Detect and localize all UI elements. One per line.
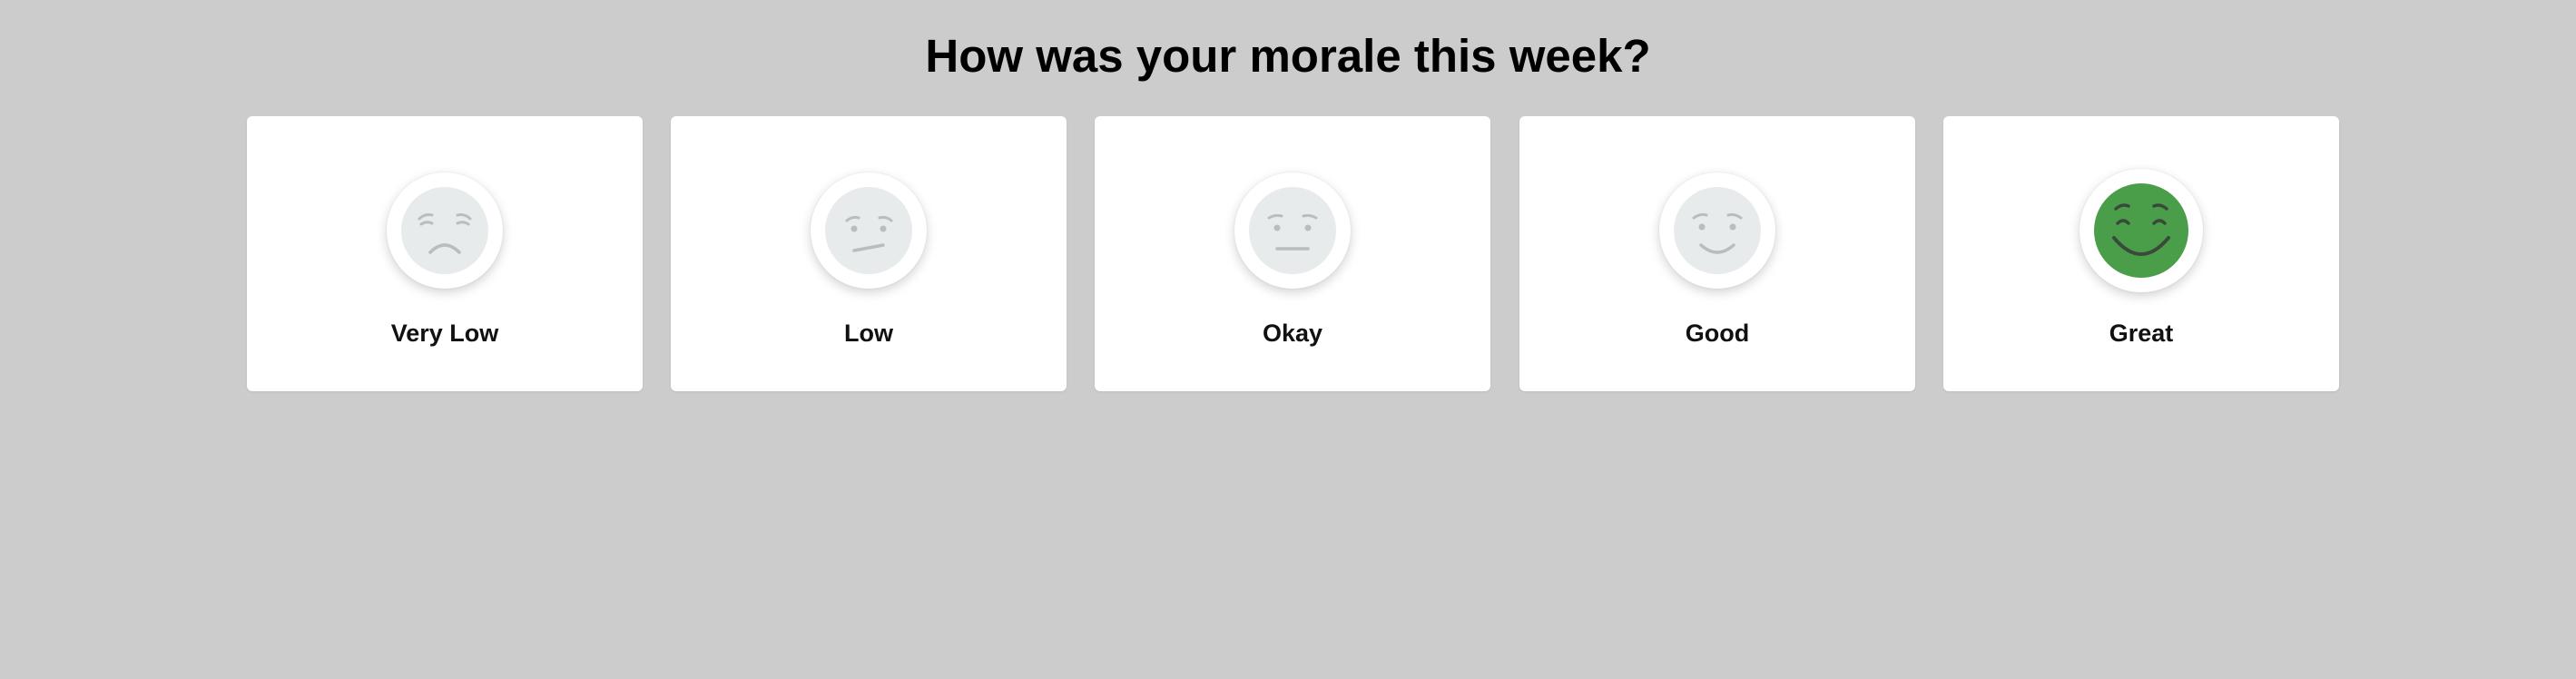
mood-option-okay[interactable]: Okay <box>1095 116 1490 391</box>
mood-option-low[interactable]: Low <box>671 116 1067 391</box>
mood-option-great[interactable]: Great <box>1943 116 2339 391</box>
option-label: Very Low <box>390 320 499 347</box>
good-face-icon <box>1659 172 1775 289</box>
option-label: Okay <box>1262 320 1323 347</box>
option-label: Good <box>1685 320 1750 347</box>
very-low-face-icon <box>387 172 503 289</box>
mood-option-good[interactable]: Good <box>1519 116 1915 391</box>
mood-options: Very Low Low Okay Good Great <box>247 116 2339 392</box>
page-title: How was your morale this week? <box>925 30 1651 82</box>
low-face-icon <box>811 172 927 289</box>
morale-survey-page: How was your morale this week? Very Low <box>0 0 2576 679</box>
mood-option-very-low[interactable]: Very Low <box>247 116 643 391</box>
okay-face-icon <box>1234 172 1351 289</box>
option-label: Great <box>2109 320 2174 347</box>
great-face-icon <box>2079 169 2203 292</box>
option-label: Low <box>844 320 893 347</box>
